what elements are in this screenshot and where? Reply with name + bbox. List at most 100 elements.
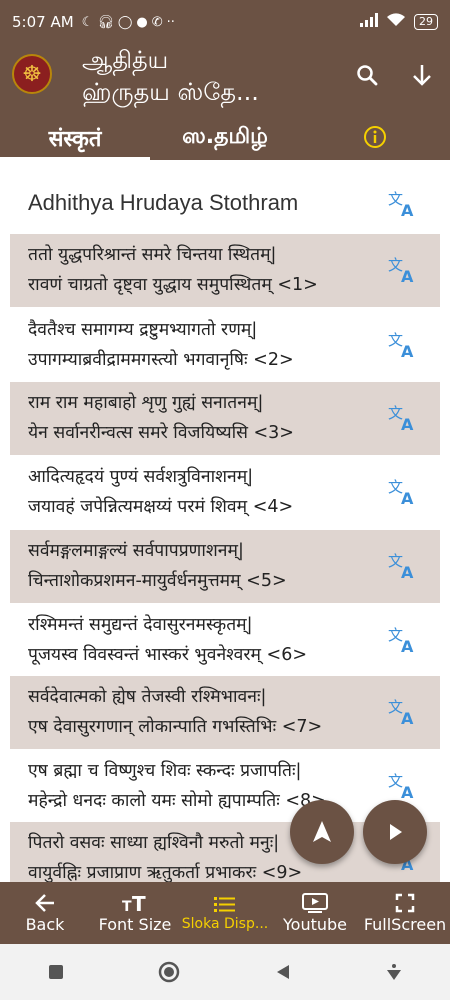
accessibility-icon[interactable]	[384, 962, 404, 982]
back-label: Back	[25, 914, 65, 934]
verse-text: राम राम महाबाहो शृणु गुह्यं सनातनम्| येन…	[28, 388, 398, 448]
svg-text:A: A	[401, 201, 414, 220]
verse-line: उपागम्याब्रवीद्राममगस्त्यो भगवानृषिः <2>	[28, 350, 294, 370]
translate-icon[interactable]: 文A	[386, 624, 418, 656]
sloka-display-button[interactable]: Sloka Disp...	[180, 882, 270, 944]
verse-row-4[interactable]: आदित्यहृदयं पुण्यं सर्वशत्रुविनाशनम्| जय…	[10, 456, 440, 529]
svg-text:A: A	[401, 783, 414, 802]
stotram-title: Adhithya Hrudaya Stothram	[28, 190, 299, 215]
home-icon[interactable]	[157, 960, 181, 984]
whatsapp-icon: ◯	[117, 14, 133, 30]
svg-text:A: A	[401, 489, 414, 508]
verse-line: दैवतैश्च समागम्य द्रष्टुमभ्यागतो रणम्|	[28, 320, 258, 340]
svg-text:A: A	[401, 342, 414, 361]
verse-line: ततो युद्धपरिश्रान्तं समरे चिन्तया स्थितम…	[28, 245, 277, 265]
heading-row: Adhithya Hrudaya Stothram 文 A	[10, 178, 440, 232]
verse-text: सर्वदेवात्मको ह्येष तेजस्वी रश्मिभावनः| …	[28, 682, 398, 742]
translate-icon[interactable]: 文A	[386, 550, 418, 582]
verse-text: दैवतैश्च समागम्य द्रष्टुमभ्यागतो रणम्| उ…	[28, 315, 398, 375]
verse-row-5[interactable]: सर्वमङ्गलमाङ्गल्यं सर्वपापप्रणाशनम्| चिन…	[10, 530, 440, 603]
info-button[interactable]	[360, 122, 390, 152]
verse-line: पूजयस्व विवस्वन्तं भास्करं भुवनेश्वरम् <…	[28, 645, 307, 665]
translate-icon[interactable]: 文A	[386, 402, 418, 434]
verse-text: ततो युद्धपरिश्रान्तं समरे चिन्तया स्थितम…	[28, 240, 398, 300]
verse-line: जयावहं जपेन्नित्यमक्षय्यं परमं शिवम् <4>	[28, 497, 294, 517]
sloka-display-label: Sloka Disp...	[181, 916, 269, 932]
phone-icon: ✆	[151, 14, 163, 30]
verse-line: रावणं चाग्रतो दृष्ट्वा युद्धाय समुपस्थित…	[28, 275, 318, 295]
verse-line: सर्वदेवात्मको ह्येष तेजस्वी रश्मिभावनः|	[28, 687, 267, 707]
verse-row-1[interactable]: ततो युद्धपरिश्रान्तं समरे चिन्तया स्थितम…	[10, 234, 440, 307]
translate-icon[interactable]: 文A	[386, 254, 418, 286]
app-bar: ☸ ஆதித்ய ஹ்ருதய ஸ்தே...	[0, 44, 450, 116]
status-bar: 5:07 AM ☾ 🎧︎ ◯ ● ✆ ·· 29	[0, 0, 450, 44]
verse-row-3[interactable]: राम राम महाबाहो शृणु गुह्यं सनातनम्| येन…	[10, 382, 440, 455]
verse-text: रश्मिमन्तं समुद्यन्तं देवासुरनमस्कृतम्| …	[28, 610, 398, 670]
verse-line: सर्वमङ्गलमाङ्गल्यं सर्वपापप्रणाशनम्|	[28, 541, 244, 561]
status-time: 5:07 AM	[12, 13, 74, 31]
youtube-button[interactable]: Youtube	[270, 882, 360, 944]
recent-apps-icon[interactable]	[46, 962, 66, 982]
svg-text:A: A	[401, 637, 414, 656]
fullscreen-label: FullScreen	[363, 914, 447, 934]
play-fab[interactable]	[363, 800, 427, 864]
verse-line: राम राम महाबाहो शृणु गुह्यं सनातनम्|	[28, 393, 264, 413]
more-dots-icon: ··	[166, 14, 175, 30]
arrow-left-icon	[35, 893, 54, 912]
verse-row-7[interactable]: सर्वदेवात्मको ह्येष तेजस्वी रश्मिभावनः| …	[10, 676, 440, 749]
translate-icon[interactable]: 文A	[386, 329, 418, 361]
moon-icon: ☾	[81, 14, 94, 30]
search-button[interactable]	[350, 58, 384, 92]
svg-text:A: A	[401, 267, 414, 286]
verse-line: आदित्यहृदयं पुण्यं सर्वशत्रुविनाशनम्|	[28, 467, 254, 487]
svg-text:A: A	[401, 563, 414, 582]
search-icon	[357, 65, 378, 86]
navigation-fab[interactable]	[290, 800, 354, 864]
svg-text:A: A	[401, 709, 414, 728]
arrow-down-icon	[413, 65, 431, 86]
wifi-icon	[386, 13, 406, 31]
language-tabs: संस्कृतं ஸ.தமிழ்	[0, 116, 450, 160]
bottom-toolbar: Back TT Font Size Sloka Disp... Youtube …	[0, 882, 450, 944]
font-size-button[interactable]: TT Font Size	[90, 882, 180, 944]
svg-text:A: A	[401, 415, 414, 434]
verse-row-2[interactable]: दैवतैश्च समागम्य द्रष्टुमभ्यागतो रणम्| उ…	[10, 309, 440, 382]
back-button[interactable]: Back	[0, 882, 90, 944]
tab-tamil[interactable]: ஸ.தமிழ்	[150, 116, 300, 160]
play-icon	[390, 824, 402, 840]
translate-icon[interactable]: 文 A	[386, 188, 418, 220]
scroll-down-button[interactable]	[405, 58, 439, 92]
verse-line: चिन्ताशोकप्रशमन-मायुर्वर्धनमुत्तमम् <5>	[28, 571, 287, 591]
verse-line: येन सर्वानरीन्वत्स समरे विजयिष्यसि <3>	[28, 423, 294, 443]
battery-icon: 29	[414, 14, 438, 30]
list-icon	[214, 897, 235, 912]
fullscreen-button[interactable]: FullScreen	[360, 882, 450, 944]
youtube-label: Youtube	[283, 914, 347, 934]
verse-line: एष ब्रह्मा च विष्णुश्च शिवः स्कन्दः प्रज…	[28, 761, 302, 781]
verse-row-6[interactable]: रश्मिमन्तं समुद्यन्तं देवासुरनमस्कृतम्| …	[10, 604, 440, 677]
svg-text:T: T	[122, 899, 132, 913]
translate-icon[interactable]: 文A	[386, 696, 418, 728]
svg-text:T: T	[132, 893, 146, 913]
app-title-line2: ஹ்ருதய ஸ்தே...	[82, 78, 259, 106]
app-title-line1: ஆதித்ய	[82, 46, 169, 74]
verse-line: एष देवासुरगणान् लोकान्पाति गभस्तिभिः <7>	[28, 717, 323, 737]
app-title: ஆதித்ய ஹ்ருதய ஸ்தே...	[82, 44, 332, 108]
fullscreen-icon	[395, 893, 415, 912]
font-size-label: Font Size	[98, 914, 172, 934]
font-size-icon: TT	[122, 893, 146, 913]
headphones-icon: 🎧︎	[97, 14, 114, 30]
verse-text: सर्वमङ्गलमाङ्गल्यं सर्वपापप्रणाशनम्| चिन…	[28, 536, 398, 596]
youtube-icon	[302, 892, 328, 913]
translate-icon[interactable]: 文A	[386, 476, 418, 508]
back-triangle-icon[interactable]	[273, 962, 293, 982]
signal-icon	[360, 13, 378, 31]
chat-icon: ●	[136, 14, 148, 30]
info-icon	[364, 126, 386, 148]
sloka-list[interactable]: Adhithya Hrudaya Stothram 文 A ततो युद्धप…	[0, 160, 450, 882]
translate-icon[interactable]: 文A	[386, 770, 418, 802]
system-navigation-bar	[0, 944, 450, 1000]
verse-line: वायुर्वह्निः प्रजाप्राण ऋतुकर्ता प्रभाकर…	[28, 863, 303, 882]
verse-text: आदित्यहृदयं पुण्यं सर्वशत्रुविनाशनम्| जय…	[28, 462, 398, 522]
tab-sanskrit[interactable]: संस्कृतं	[0, 116, 150, 160]
